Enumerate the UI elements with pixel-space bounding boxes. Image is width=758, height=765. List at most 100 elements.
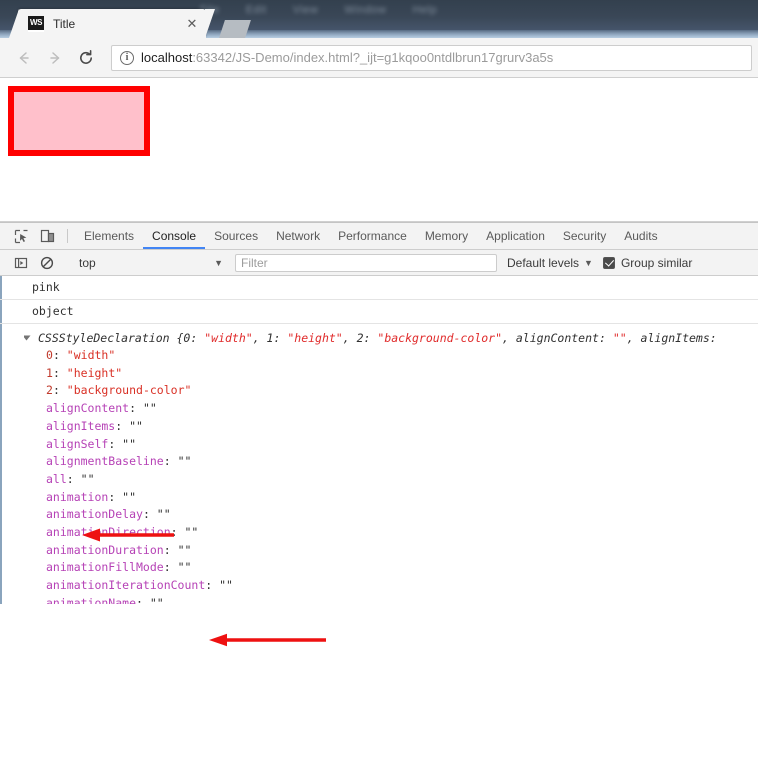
- tab-label: Console: [152, 229, 197, 243]
- object-preview-header[interactable]: CSSStyleDeclaration {0: "width", 1: "hei…: [24, 330, 758, 347]
- group-similar-checkbox[interactable]: [602, 256, 615, 269]
- property-key: alignmentBaseline: [46, 454, 164, 469]
- device-toolbar-icon[interactable]: [34, 223, 60, 249]
- background-menu-item: Window: [344, 4, 387, 16]
- console-object-message[interactable]: CSSStyleDeclaration {0: "width", 1: "hei…: [0, 324, 758, 604]
- tab-memory[interactable]: Memory: [416, 223, 477, 249]
- console-message[interactable]: object: [0, 300, 758, 324]
- tab-label: Audits: [624, 229, 658, 243]
- console-message[interactable]: pink: [0, 276, 758, 300]
- property-key: 2: [46, 383, 53, 398]
- group-similar-toggle[interactable]: Group similar: [602, 255, 693, 270]
- object-property-row: alignContent: "": [46, 401, 157, 416]
- tab-performance[interactable]: Performance: [329, 223, 416, 249]
- chevron-down-icon: ▼: [214, 257, 223, 268]
- tab-console[interactable]: Console: [143, 223, 206, 249]
- tab-label: Sources: [214, 229, 259, 243]
- log-levels-label: Default levels: [507, 255, 580, 270]
- console-sidebar-icon[interactable]: [8, 256, 34, 270]
- tab-label: Performance: [338, 229, 407, 243]
- object-property-row: animationFillMode: "": [46, 560, 192, 575]
- preview-value: "width": [204, 331, 253, 345]
- object-property-row: animationName: "": [46, 595, 758, 604]
- tab-elements[interactable]: Elements: [75, 223, 143, 249]
- preview-value: "background-color": [377, 331, 503, 345]
- property-value: "background-color": [66, 383, 192, 398]
- background-window-menu: File Edit View Window Help: [200, 4, 437, 16]
- devtools-panel: Elements Console Sources Network Perform…: [0, 222, 758, 647]
- arrow-pointing-to-height-property: [209, 633, 326, 647]
- console-toolbar: top ▼ Default levels ▼ Group similar: [0, 250, 758, 276]
- preview-key: alignItems: [640, 331, 710, 345]
- info-circle-icon[interactable]: i: [120, 50, 134, 65]
- property-value: "": [80, 471, 95, 486]
- address-bar[interactable]: i localhost:63342/JS-Demo/index.html?_ij…: [111, 44, 752, 71]
- property-key: all: [46, 471, 67, 486]
- execution-context-value: top: [79, 255, 96, 270]
- object-property-row: 2: "background-color": [46, 383, 192, 398]
- inspect-element-icon[interactable]: [8, 223, 34, 249]
- preview-value: "height": [287, 331, 343, 345]
- property-value: "": [149, 595, 164, 604]
- group-similar-label: Group similar: [620, 255, 693, 270]
- object-property-row: animationIterationCount: "": [46, 578, 233, 593]
- property-value: "width": [66, 348, 116, 362]
- toolbar-divider: [67, 229, 68, 243]
- object-property-row: 0: "width": [46, 348, 116, 362]
- back-arrow-icon[interactable]: [10, 44, 38, 72]
- property-key: animationFillMode: [46, 560, 164, 575]
- property-key: alignSelf: [46, 436, 109, 451]
- devtools-tabbar: Elements Console Sources Network Perform…: [0, 223, 758, 250]
- disclosure-triangle-icon[interactable]: [24, 335, 31, 341]
- property-key: alignItems: [46, 418, 116, 433]
- property-value: "": [177, 542, 192, 557]
- webstorm-icon: WS: [28, 15, 44, 32]
- console-message-text: object: [32, 304, 74, 318]
- property-value: "": [184, 525, 199, 540]
- tab-application[interactable]: Application: [477, 223, 554, 249]
- object-property-row: alignItems: "": [46, 418, 143, 433]
- forward-arrow-icon[interactable]: [41, 44, 69, 72]
- background-menu-item: Help: [412, 4, 438, 16]
- chevron-down-icon: ▼: [584, 257, 593, 268]
- property-value: "": [156, 507, 171, 522]
- preview-key: alignContent: [515, 331, 599, 345]
- console-output[interactable]: pink object CSSStyleDeclaration {0: "wid…: [0, 276, 758, 604]
- preview-key: 2: [356, 331, 364, 345]
- property-value: "": [177, 560, 192, 575]
- preview-value: "": [612, 331, 627, 345]
- property-value: "": [122, 489, 137, 504]
- tab-network[interactable]: Network: [267, 223, 329, 249]
- property-key: animationDelay: [46, 507, 143, 522]
- console-filter-input[interactable]: [235, 253, 497, 272]
- execution-context-selector[interactable]: top ▼: [79, 256, 229, 270]
- property-key: animationName: [46, 595, 137, 604]
- object-property-row: all: "": [46, 471, 95, 486]
- object-class-name: CSSStyleDeclaration: [38, 331, 170, 345]
- reload-icon[interactable]: [72, 44, 100, 72]
- background-menu-item: View: [292, 4, 319, 16]
- close-icon[interactable]: ✕: [184, 16, 200, 32]
- pink-box: [8, 86, 150, 156]
- console-message-text: pink: [32, 280, 60, 294]
- clear-console-icon[interactable]: [34, 256, 60, 270]
- object-property-row: animationDuration: "": [46, 542, 192, 557]
- property-value: "": [219, 578, 233, 593]
- url-host: localhost: [141, 50, 193, 65]
- property-key: animation: [46, 489, 109, 504]
- property-value: "": [142, 401, 157, 416]
- log-levels-dropdown[interactable]: Default levels ▼: [507, 256, 593, 270]
- tab-label: Security: [562, 229, 607, 243]
- property-value: "": [122, 436, 137, 451]
- object-property-row: animation: "": [46, 489, 137, 504]
- tab-audits[interactable]: Audits: [615, 223, 666, 249]
- tab-sources[interactable]: Sources: [205, 223, 267, 249]
- browser-tab[interactable]: WS Title ✕: [9, 9, 215, 38]
- object-property-row: 1: "height": [46, 365, 123, 380]
- object-property-row: alignmentBaseline: "": [46, 454, 192, 469]
- tab-security[interactable]: Security: [554, 223, 615, 249]
- window-titlebar: File Edit View Window Help WS Title ✕: [0, 0, 758, 38]
- preview-key: 0: [183, 331, 191, 345]
- property-value: "height": [66, 365, 123, 380]
- tab-label: Memory: [424, 229, 469, 243]
